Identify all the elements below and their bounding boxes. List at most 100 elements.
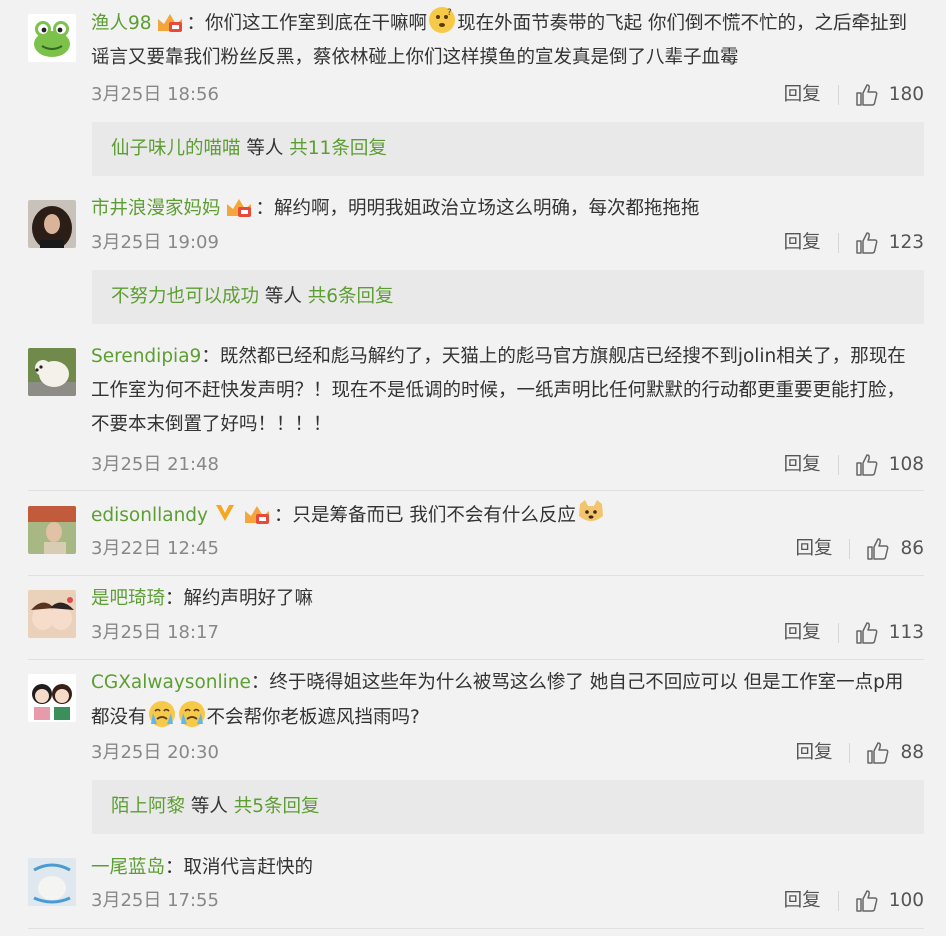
action-divider	[837, 85, 839, 105]
comment-text: ：取消代言赶快的	[165, 857, 314, 878]
reply-users[interactable]: 仙子味儿的喵喵	[111, 138, 241, 159]
user-avatar[interactable]	[28, 506, 76, 554]
reply-mid: 等人	[185, 796, 234, 817]
portrait-avatar-icon	[28, 506, 76, 554]
cry-emoji-icon	[178, 701, 205, 727]
comment-time: 3月25日 18:56	[91, 84, 219, 105]
reply-users[interactable]: 陌上阿黎	[111, 796, 185, 817]
like-count: 123	[888, 232, 924, 253]
username-link[interactable]: 一尾蓝岛	[91, 857, 165, 878]
crown-badge-icon	[226, 199, 251, 217]
like-count: 113	[888, 622, 924, 643]
user-avatar[interactable]	[28, 674, 76, 722]
portrait-avatar-icon	[28, 200, 76, 248]
user-avatar[interactable]	[28, 348, 76, 396]
comment-body: edisonllandy ：只是筹备而已 我们不会有什么反应	[91, 498, 920, 533]
comment-body: 一尾蓝岛：取消代言赶快的	[91, 851, 920, 885]
comment-meta: 3月25日 20:30 回复 88	[91, 738, 924, 768]
comment-text: ：你们这工作室到底在干嘛啊	[186, 13, 428, 34]
reply-count-link[interactable]: 共6条回复	[308, 286, 394, 307]
comment-time: 3月22日 12:45	[91, 538, 219, 559]
reply-count-link[interactable]: 共5条回复	[234, 796, 320, 817]
comment-text: ：只是筹备而已 我们不会有什么反应	[273, 505, 576, 526]
comment-time: 3月25日 21:48	[91, 454, 219, 475]
comment-divider	[28, 490, 924, 491]
reply-summary[interactable]: 仙子味儿的喵喵 等人 共11条回复	[92, 122, 924, 176]
user-avatar[interactable]	[28, 858, 76, 906]
anime-avatar-icon	[28, 674, 76, 722]
reply-button[interactable]: 回复	[784, 886, 821, 916]
reply-mid: 等人	[240, 138, 290, 159]
thumbs-up-icon[interactable]	[855, 621, 879, 645]
thumbs-up-icon[interactable]	[855, 231, 879, 255]
doge-emoji-icon	[578, 500, 603, 521]
comment-text: ：解约声明好了嘛	[165, 588, 314, 609]
comment-text-cont: 不会帮你老板遮风挡雨吗?	[206, 707, 420, 728]
comment-text: ：既然都已经和彪马解约了，天猫上的彪马官方旗舰店已经搜不到jolin相关了，那现…	[91, 346, 906, 435]
username-link[interactable]: 市井浪漫家妈妈	[91, 198, 221, 219]
comment-actions: 回复 180	[784, 80, 924, 110]
like-count: 86	[900, 538, 924, 559]
reply-summary[interactable]: 不努力也可以成功 等人 共6条回复	[92, 270, 924, 324]
birthday-avatar-icon	[28, 858, 76, 906]
comment-text: ：解约啊，明明我姐政治立场这么明确，每次都拖拖拖	[255, 198, 700, 219]
comment-actions: 回复 86	[795, 534, 924, 564]
user-avatar[interactable]	[28, 14, 76, 62]
comment-body: 市井浪漫家妈妈 ：解约啊，明明我姐政治立场这么明确，每次都拖拖拖	[91, 192, 920, 226]
user-avatar[interactable]	[28, 590, 76, 638]
comment-actions: 回复 88	[795, 738, 924, 768]
reply-button[interactable]: 回复	[795, 534, 832, 564]
action-divider	[837, 233, 839, 253]
action-divider	[837, 891, 839, 911]
username-link[interactable]: CGXalwaysonline	[91, 672, 251, 693]
v-verified-icon	[215, 505, 234, 521]
username-link[interactable]: edisonllandy	[91, 505, 208, 526]
reply-button[interactable]: 回复	[784, 618, 821, 648]
comment-time: 3月25日 17:55	[91, 890, 219, 911]
comment-meta: 3月22日 12:45 回复 86	[91, 534, 924, 564]
comment-meta: 3月25日 17:55 回复 100	[91, 886, 924, 916]
comment-body: 渔人98 ：你们这工作室到底在干嘛啊? 现在外面节奏带的飞起 你们倒不慌不忙的，之后…	[91, 6, 920, 75]
comment-time: 3月25日 20:30	[91, 742, 219, 763]
username-link[interactable]: 是吧琦琦	[91, 588, 165, 609]
like-count: 88	[900, 742, 924, 763]
reply-button[interactable]: 回复	[784, 80, 821, 110]
comment-actions: 回复 113	[784, 618, 924, 648]
comment-time: 3月25日 18:17	[91, 622, 219, 643]
username-link[interactable]: 渔人98	[91, 13, 152, 34]
action-divider	[837, 623, 839, 643]
comment-actions: 回复 108	[784, 450, 924, 480]
reply-mid: 等人	[259, 286, 308, 307]
reply-button[interactable]: 回复	[784, 450, 821, 480]
action-divider	[849, 743, 851, 763]
reply-count-link[interactable]: 共11条回复	[289, 138, 387, 159]
frog-avatar-icon	[28, 14, 76, 62]
comment-body: Serendipia9：既然都已经和彪马解约了，天猫上的彪马官方旗舰店已经搜不到…	[91, 340, 920, 442]
like-count: 100	[888, 890, 924, 911]
thumbs-up-icon[interactable]	[855, 83, 879, 107]
comment-meta: 3月25日 18:56 回复 180	[91, 80, 924, 110]
like-count: 108	[888, 454, 924, 475]
reply-button[interactable]: 回复	[784, 228, 821, 258]
crown-badge-icon	[157, 14, 182, 32]
comment-list: 渔人98 ：你们这工作室到底在干嘛啊? 现在外面节奏带的飞起 你们倒不慌不忙的，之后…	[0, 0, 946, 936]
user-avatar[interactable]	[28, 200, 76, 248]
thumbs-up-icon[interactable]	[866, 537, 890, 561]
cry-emoji-icon	[148, 701, 175, 727]
thumbs-up-icon[interactable]	[866, 741, 890, 765]
comment-divider	[28, 659, 924, 660]
action-divider	[849, 539, 851, 559]
username-link[interactable]: Serendipia9	[91, 346, 201, 367]
svg-text:?: ?	[447, 8, 452, 18]
comment-divider	[28, 928, 924, 929]
reply-button[interactable]: 回复	[795, 738, 832, 768]
reply-summary[interactable]: 陌上阿黎 等人 共5条回复	[92, 780, 924, 834]
thinking-emoji-icon: ?	[429, 7, 456, 33]
comment-body: 是吧琦琦：解约声明好了嘛	[91, 582, 920, 616]
thumbs-up-icon[interactable]	[855, 889, 879, 913]
reply-users[interactable]: 不努力也可以成功	[111, 286, 259, 307]
action-divider	[837, 455, 839, 475]
thumbs-up-icon[interactable]	[855, 453, 879, 477]
comment-actions: 回复 123	[784, 228, 924, 258]
couple-avatar-icon	[28, 590, 76, 638]
